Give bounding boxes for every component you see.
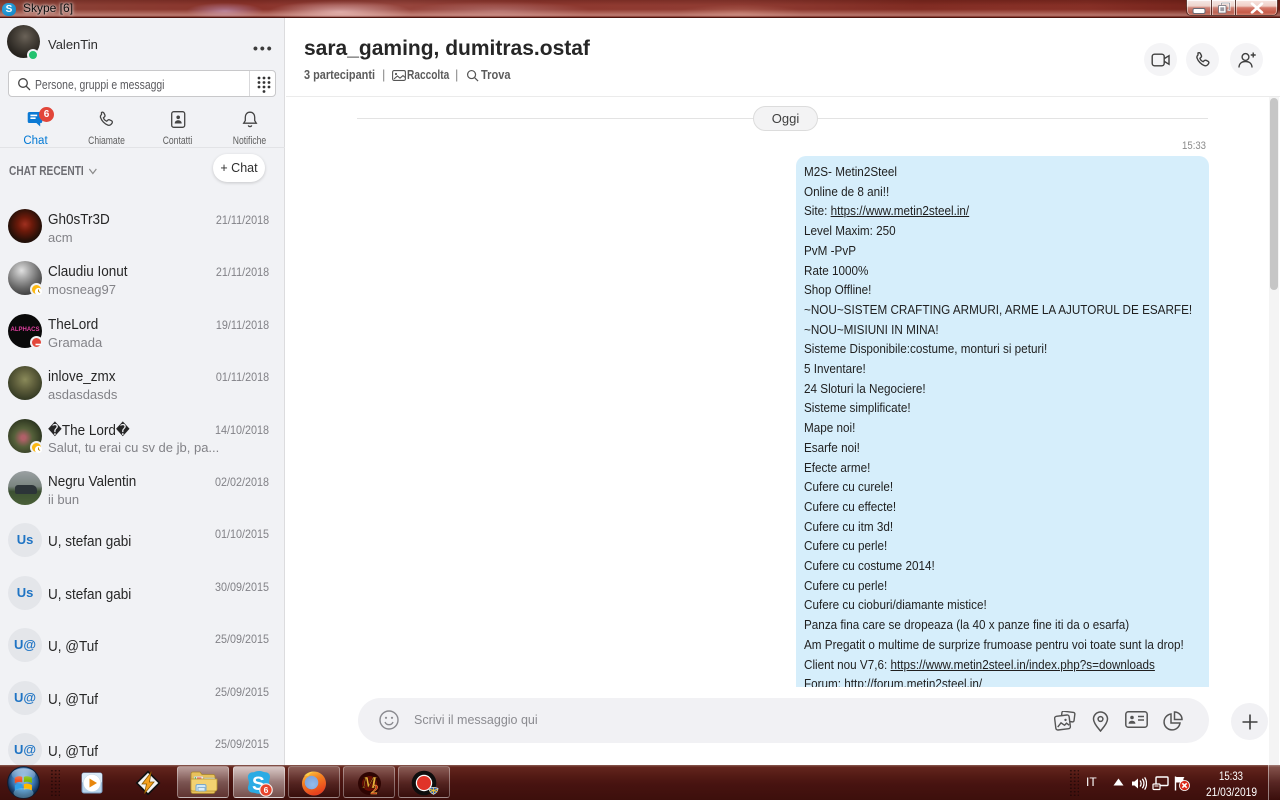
svg-text:6: 6: [264, 785, 269, 795]
svg-text:2: 2: [370, 783, 378, 797]
